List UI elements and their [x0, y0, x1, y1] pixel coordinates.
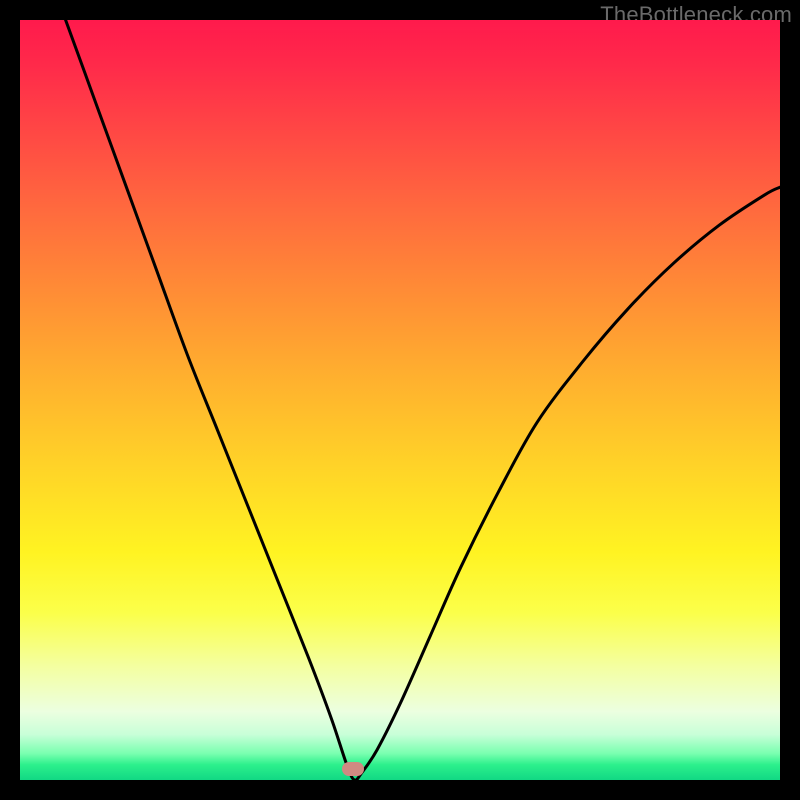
- optimal-marker: [342, 762, 364, 776]
- curve-svg: [20, 20, 780, 780]
- plot-area: [20, 20, 780, 780]
- bottleneck-curve-path: [66, 20, 780, 780]
- chart-frame: TheBottleneck.com: [0, 0, 800, 800]
